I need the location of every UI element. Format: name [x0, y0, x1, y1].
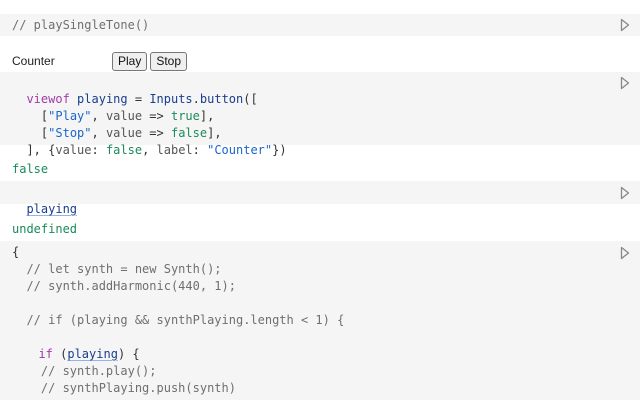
colon: : — [192, 143, 208, 157]
counter-label: Counter — [12, 54, 55, 68]
play-button[interactable]: Play — [112, 51, 148, 71]
play-triangle-icon — [620, 246, 630, 260]
code-line-4: ], {value: false, label: "Counter"}) — [12, 125, 286, 157]
counter-input-form: Counter Play Stop — [12, 51, 190, 71]
run-cell-button[interactable] — [620, 246, 632, 260]
code-comment: // let synth = new Synth(); — [12, 262, 222, 276]
colon: : — [91, 143, 106, 157]
literal-false: false — [105, 143, 143, 157]
run-cell-button[interactable] — [620, 76, 632, 90]
close-brace-paren: }) — [272, 143, 287, 157]
play-triangle-icon — [620, 18, 630, 32]
code-comment: // synth.play(); — [12, 364, 157, 378]
run-cell-button[interactable] — [620, 18, 632, 32]
play-triangle-icon — [620, 186, 630, 200]
code-line-1: viewof playing = Inputs.button([ — [12, 74, 257, 106]
bracket-brace: ], { — [26, 143, 56, 157]
cell-output-value: false — [12, 162, 49, 176]
code-line-2: ["Play", value => true], — [12, 91, 214, 123]
open-paren: ([ — [243, 92, 258, 106]
code-comment: // synthPlaying.push(synth) — [12, 381, 236, 395]
code-line-3: ["Stop", value => false], — [12, 108, 222, 140]
prop-value: value — [55, 143, 92, 157]
string-counter: "Counter" — [207, 143, 273, 157]
code-comment: // playSingleTone() — [12, 18, 150, 32]
code-line-playing: playing — [12, 184, 77, 216]
stop-button[interactable]: Stop — [150, 51, 188, 71]
run-cell-button[interactable] — [620, 186, 632, 200]
code-line-if: if (playing) { — [24, 329, 139, 361]
keyword-if: if — [38, 347, 53, 361]
reference-playing[interactable]: playing — [67, 347, 118, 361]
reference-playing[interactable]: playing — [26, 202, 77, 216]
code-comment: // if (playing && synthPlaying.length < … — [12, 313, 345, 327]
comma: , — [142, 143, 157, 157]
close-paren-brace: ) { — [117, 347, 140, 361]
code-brace-open: { — [12, 245, 20, 259]
prop-label: label — [156, 143, 193, 157]
play-triangle-icon — [620, 76, 630, 90]
cell-playing-source[interactable] — [0, 181, 640, 204]
cell-output-value: undefined — [12, 222, 78, 236]
code-comment: // synth.addHarmonic(440, 1); — [12, 279, 236, 293]
open-paren: ( — [52, 347, 68, 361]
